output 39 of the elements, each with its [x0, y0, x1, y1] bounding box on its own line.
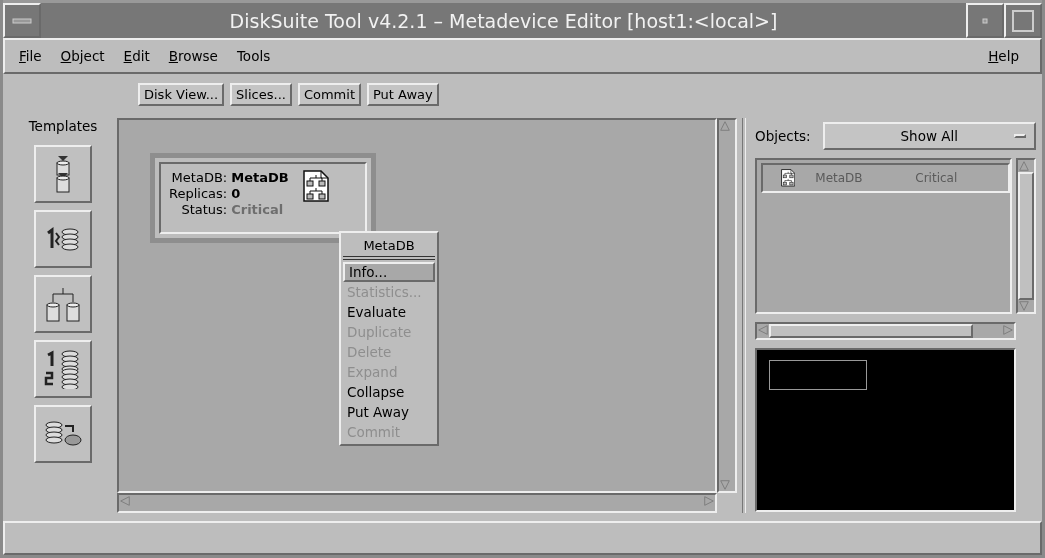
viewport-rectangle[interactable]	[769, 360, 867, 390]
toolbar-button[interactable]: Commit	[297, 82, 361, 106]
object-status: Critical	[915, 171, 958, 185]
template-button[interactable]	[34, 340, 92, 398]
document-icon	[302, 170, 329, 202]
field-label: Status:	[180, 202, 228, 217]
templates-label: Templates	[28, 118, 98, 136]
context-menu-item[interactable]: Collapse	[343, 382, 435, 402]
minus-icon	[12, 17, 32, 24]
window-title: DiskSuite Tool v4.2.1 – Metadevice Editor [host1:<local>]	[228, 8, 779, 34]
template-button[interactable]	[34, 145, 92, 203]
toolbar-button[interactable]: Disk View...	[138, 82, 225, 106]
menu-item[interactable]: File	[13, 48, 55, 64]
window-menu-button[interactable]	[3, 3, 41, 38]
field-value: Critical	[231, 202, 285, 217]
template-button[interactable]	[34, 405, 92, 463]
template-button[interactable]	[34, 210, 92, 268]
maximize-icon	[1012, 9, 1034, 32]
menu-item[interactable]: Edit	[117, 48, 163, 64]
minimize-button[interactable]	[966, 3, 1004, 38]
field-value: MetaDB	[231, 170, 289, 185]
context-menu-item[interactable]: Put Away	[343, 402, 435, 422]
field-label: Replicas:	[169, 186, 228, 201]
field-label: MetaDB:	[170, 170, 228, 185]
toolbar-button[interactable]: Put Away	[367, 82, 439, 106]
minimize-icon	[982, 17, 988, 24]
maximize-button[interactable]	[1004, 3, 1042, 38]
toolbar-button[interactable]: Slices...	[230, 82, 292, 106]
menu-item[interactable]: Object	[54, 48, 118, 64]
context-menu-item[interactable]: Evaluate	[343, 302, 435, 322]
menu-item[interactable]: Tools	[230, 48, 284, 64]
objects-dropdown[interactable]: Show All	[822, 122, 1036, 150]
document-icon	[781, 169, 796, 187]
menu-item[interactable]: Browse	[162, 48, 231, 64]
field-value: 0	[231, 186, 242, 201]
help-menu[interactable]: Help	[982, 48, 1032, 64]
objects-label: Objects:	[755, 128, 811, 144]
object-name: MetaDB	[815, 171, 864, 185]
context-menu-item[interactable]: Info...	[343, 262, 435, 282]
